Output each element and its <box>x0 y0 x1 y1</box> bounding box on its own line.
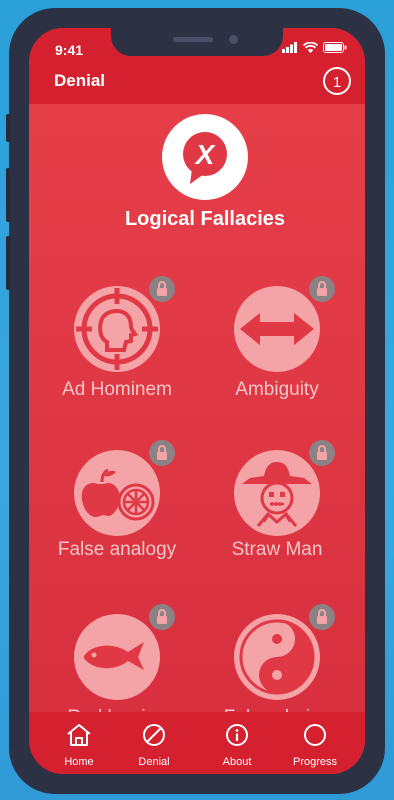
head-target-icon <box>76 288 158 370</box>
front-camera <box>229 35 238 44</box>
mute-switch <box>6 114 10 142</box>
device-notch <box>111 28 283 56</box>
speaker-grille <box>173 37 213 42</box>
fallacy-label: False analogy <box>57 539 177 560</box>
signal-icon <box>282 42 297 53</box>
nav-progress[interactable]: Progress <box>285 712 345 774</box>
main-content: X Logical Fallacies Ad Hominem Ambiguity… <box>29 104 365 728</box>
fallacy-red-herring[interactable] <box>74 614 160 700</box>
lock-icon <box>149 604 175 630</box>
app-screen: 9:41 Denial 1 X Logical Fallacies Ad Hom… <box>29 28 365 774</box>
prohibited-icon <box>143 724 165 746</box>
logo-mark: X <box>194 139 217 170</box>
fish-icon <box>84 642 144 670</box>
home-icon <box>67 724 91 746</box>
app-title: Logical Fallacies <box>124 208 286 230</box>
info-icon <box>226 724 248 746</box>
fallacy-ad-hominem[interactable] <box>74 286 160 372</box>
page-title: Denial <box>54 71 106 90</box>
nav-label: Progress <box>292 756 338 768</box>
fallacy-label: Straw Man <box>231 539 323 560</box>
yin-yang-icon <box>239 619 315 695</box>
nav-label: About <box>222 756 252 768</box>
status-icons <box>282 42 347 53</box>
nav-about[interactable]: About <box>207 712 267 774</box>
apple-orange-icon <box>81 468 155 521</box>
nav-denial[interactable]: Denial <box>124 712 184 774</box>
counter-badge[interactable]: 1 <box>323 67 351 95</box>
fallacy-straw-man[interactable] <box>234 450 320 536</box>
nav-home[interactable]: Home <box>49 712 109 774</box>
wifi-icon <box>303 42 318 53</box>
scarecrow-icon <box>242 462 312 527</box>
bottom-nav: Home Denial About Progress <box>29 712 365 774</box>
app-logo: X <box>162 114 248 200</box>
nav-label: Home <box>64 756 94 768</box>
speech-bubble-x-icon: X <box>183 132 227 184</box>
nav-label: Denial <box>138 756 170 768</box>
lock-icon <box>149 440 175 466</box>
double-arrow-icon <box>240 313 314 345</box>
fallacy-ambiguity[interactable] <box>234 286 320 372</box>
fallacy-false-choice[interactable] <box>234 614 320 700</box>
lock-icon <box>309 440 335 466</box>
circle-progress-icon <box>304 724 326 746</box>
fallacy-false-analogy[interactable] <box>74 450 160 536</box>
volume-down-button <box>6 236 10 290</box>
lock-icon <box>149 276 175 302</box>
battery-icon <box>323 42 347 53</box>
fallacy-label: Ad Hominem <box>62 379 172 400</box>
fallacy-label: Ambiguity <box>235 379 319 400</box>
volume-up-button <box>6 168 10 222</box>
lock-icon <box>309 276 335 302</box>
status-time: 9:41 <box>55 42 84 58</box>
lock-icon <box>309 604 335 630</box>
